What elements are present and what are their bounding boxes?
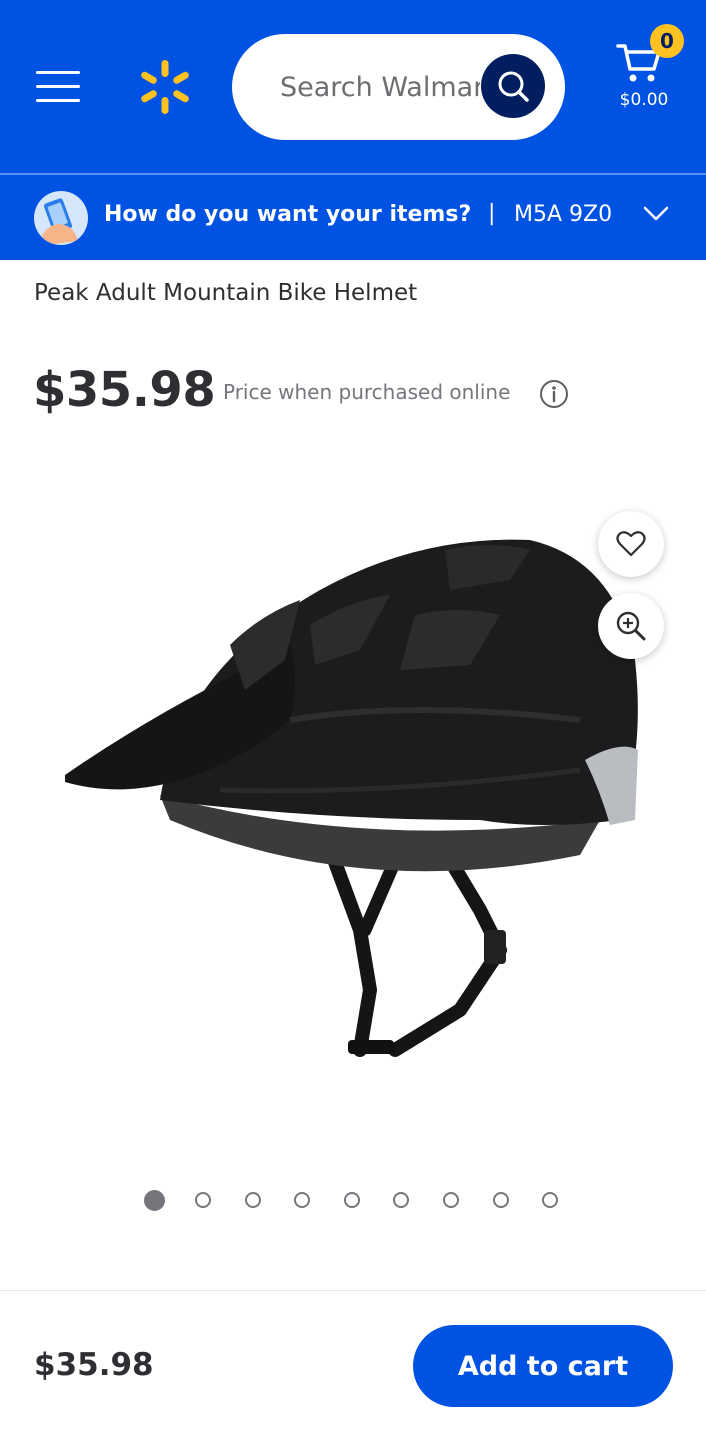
- walmart-spark-icon[interactable]: [136, 58, 194, 116]
- search-button[interactable]: [481, 54, 545, 118]
- carousel-dot[interactable]: [343, 1192, 360, 1208]
- carousel-dot[interactable]: [542, 1192, 559, 1208]
- search-input[interactable]: [280, 64, 480, 110]
- cart-button[interactable]: 0 $0.00: [612, 24, 686, 116]
- product-image-carousel[interactable]: [0, 470, 706, 1150]
- cart-count-badge: 0: [650, 24, 684, 58]
- carousel-dot[interactable]: [442, 1192, 459, 1208]
- cart-total: $0.00: [619, 90, 669, 110]
- favorite-button[interactable]: [598, 511, 664, 577]
- search-bar: [232, 34, 565, 140]
- postal-code: M5A 9Z0: [514, 202, 613, 227]
- carousel-dot[interactable]: [492, 1192, 509, 1208]
- hamburger-menu-icon[interactable]: [36, 68, 80, 104]
- fulfillment-prompt: How do you want your items?: [104, 202, 472, 227]
- product-image: [65, 539, 638, 1057]
- info-icon[interactable]: [539, 379, 569, 409]
- sticky-cart-bar: $35.98 Add to cart: [0, 1290, 706, 1440]
- carousel-dot[interactable]: [195, 1192, 211, 1208]
- phone-in-hand-icon: [34, 191, 88, 245]
- product-price: $35.98: [33, 362, 216, 418]
- heart-icon: [616, 531, 646, 557]
- carousel-dot[interactable]: [144, 1189, 165, 1211]
- zoom-in-icon: [616, 611, 646, 641]
- fulfillment-selector[interactable]: How do you want your items? | M5A 9Z0: [0, 175, 706, 260]
- top-header: 0 $0.00: [0, 0, 706, 173]
- chevron-down-icon: [643, 206, 669, 221]
- zoom-button[interactable]: [598, 593, 664, 659]
- carousel-dot[interactable]: [393, 1192, 410, 1208]
- sticky-price: $35.98: [34, 1347, 154, 1383]
- fulfillment-separator: |: [488, 201, 496, 226]
- price-note: Price when purchased online: [223, 380, 511, 404]
- carousel-indicators: [144, 1189, 559, 1211]
- carousel-dot[interactable]: [244, 1192, 261, 1208]
- search-icon: [498, 71, 529, 102]
- add-to-cart-button[interactable]: Add to cart: [413, 1325, 673, 1407]
- product-title: Peak Adult Mountain Bike Helmet: [34, 280, 418, 306]
- carousel-dot[interactable]: [294, 1192, 311, 1208]
